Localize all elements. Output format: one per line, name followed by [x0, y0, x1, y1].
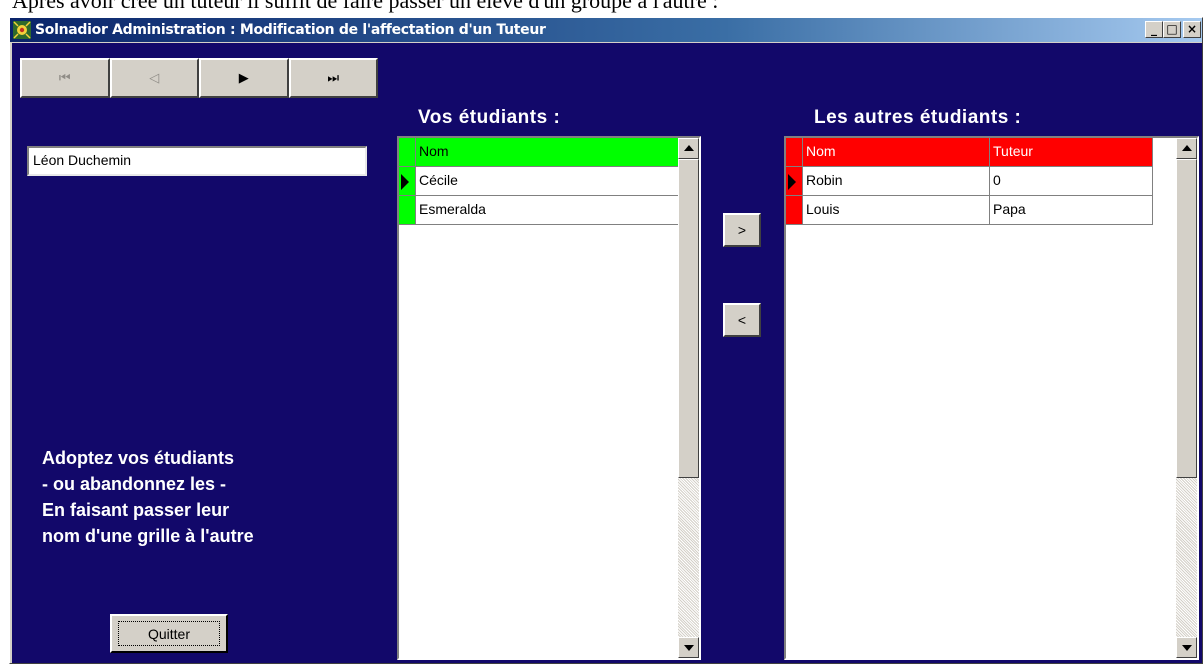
- scroll-thumb[interactable]: [1176, 159, 1197, 478]
- other-students-title: Les autres étudiants :: [814, 107, 1022, 128]
- window-title: Solnadior Administration : Modification …: [35, 22, 546, 38]
- table-cell[interactable]: Robin: [803, 167, 990, 196]
- quit-button[interactable]: Quitter: [110, 614, 228, 653]
- my-students-scrollbar[interactable]: [678, 138, 699, 658]
- table-cell[interactable]: Cécile: [416, 167, 682, 196]
- app-icon: [13, 21, 31, 39]
- current-row-icon: [788, 174, 796, 190]
- quit-button-label: Quitter: [118, 621, 220, 646]
- header-indicator: [399, 138, 416, 167]
- document-caption: Après avoir créé un tuteur il suffit de …: [12, 0, 719, 13]
- column-header-nom[interactable]: Nom: [416, 138, 682, 167]
- prev-record-button[interactable]: ◁: [109, 58, 199, 98]
- adopt-student-button[interactable]: >: [723, 213, 761, 247]
- row-indicator[interactable]: [399, 196, 416, 225]
- other-students-grid[interactable]: Nom Tuteur Robin 0 Louis Papa: [784, 136, 1199, 660]
- arrow-up-icon: [1182, 145, 1192, 151]
- arrow-down-icon: [684, 645, 694, 651]
- help-line-4: nom d'une grille à l'autre: [42, 526, 254, 546]
- next-record-button[interactable]: ▶: [199, 58, 289, 98]
- record-navigator: ⏮ ◁ ▶ ⏭: [20, 58, 378, 98]
- form-client-area: ⏮ ◁ ▶ ⏭ Léon Duchemin Adoptez vos étudia…: [12, 43, 1202, 663]
- row-indicator[interactable]: [786, 196, 803, 225]
- scroll-down-button[interactable]: [678, 637, 699, 658]
- arrow-up-icon: [684, 145, 694, 151]
- arrow-down-icon: [1182, 645, 1192, 651]
- grid-header-row: Nom: [399, 138, 682, 167]
- table-row[interactable]: Cécile: [399, 167, 682, 196]
- table-cell[interactable]: 0: [990, 167, 1153, 196]
- scroll-up-button[interactable]: [678, 138, 699, 159]
- maximize-button[interactable]: □: [1163, 21, 1181, 38]
- help-line-2: - ou abandonnez les -: [42, 474, 227, 494]
- table-row[interactable]: Louis Papa: [786, 196, 1153, 225]
- header-indicator: [786, 138, 803, 167]
- my-students-title: Vos étudiants :: [418, 107, 561, 128]
- my-students-grid[interactable]: Nom Cécile Esmeralda: [397, 136, 701, 660]
- first-record-button[interactable]: ⏮: [20, 58, 110, 98]
- scroll-down-button[interactable]: [1176, 637, 1197, 658]
- other-students-scrollbar[interactable]: [1176, 138, 1197, 658]
- row-indicator[interactable]: [399, 167, 416, 196]
- tutor-name-field[interactable]: Léon Duchemin: [27, 146, 367, 176]
- title-bar[interactable]: Solnadior Administration : Modification …: [10, 18, 1202, 42]
- last-record-button[interactable]: ⏭: [288, 58, 378, 98]
- table-row[interactable]: Esmeralda: [399, 196, 682, 225]
- app-window: Solnadior Administration : Modification …: [9, 17, 1203, 664]
- minimize-button[interactable]: _: [1145, 21, 1163, 38]
- row-indicator[interactable]: [786, 167, 803, 196]
- table-row[interactable]: Robin 0: [786, 167, 1153, 196]
- table-cell[interactable]: Esmeralda: [416, 196, 682, 225]
- grid-header-row: Nom Tuteur: [786, 138, 1153, 167]
- current-row-icon: [401, 174, 409, 190]
- help-line-1: Adoptez vos étudiants: [42, 448, 235, 468]
- column-header-tuteur[interactable]: Tuteur: [990, 138, 1153, 167]
- scroll-up-button[interactable]: [1176, 138, 1197, 159]
- close-button[interactable]: ×: [1183, 21, 1201, 38]
- table-cell[interactable]: Louis: [803, 196, 990, 225]
- scroll-thumb[interactable]: [678, 159, 699, 478]
- table-cell[interactable]: Papa: [990, 196, 1153, 225]
- help-line-3: En faisant passer leur: [42, 500, 230, 520]
- help-text: Adoptez vos étudiants - ou abandonnez le…: [42, 445, 362, 549]
- column-header-nom[interactable]: Nom: [803, 138, 990, 167]
- abandon-student-button[interactable]: <: [723, 303, 761, 337]
